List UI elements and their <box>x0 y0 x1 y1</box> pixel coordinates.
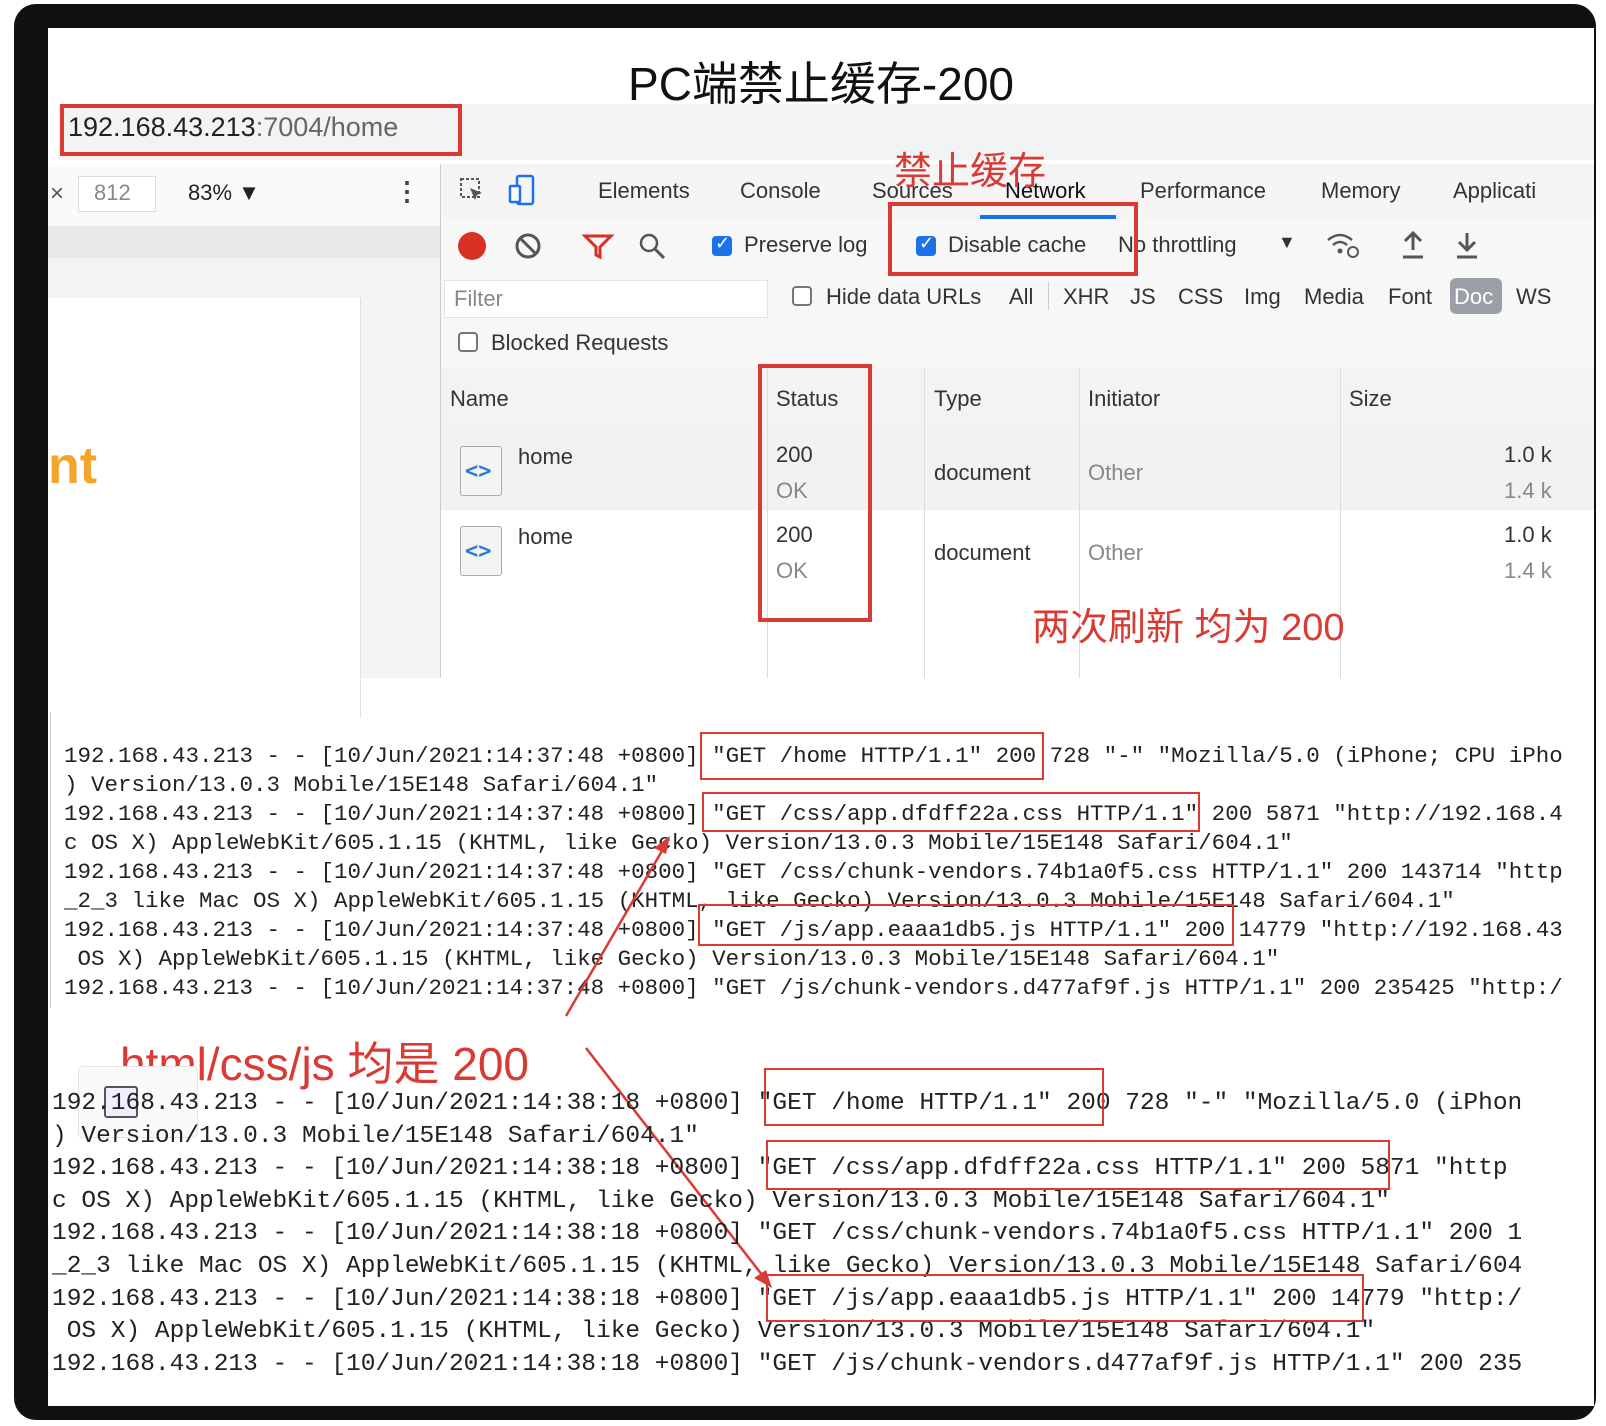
screenshot-content: PC端禁止缓存-200 192.168.43.213:7004/home × 8… <box>48 28 1594 1406</box>
log-highlight-box <box>766 1274 1364 1322</box>
server-log-second-refresh: 192.168.43.213 - - [10/Jun/2021:14:38:18… <box>52 1088 1522 1381</box>
log-line: c OS X) AppleWebKit/605.1.15 (KHTML, lik… <box>52 1187 1390 1215</box>
screenshot-frame: PC端禁止缓存-200 192.168.43.213:7004/home × 8… <box>14 4 1596 1420</box>
log-highlight-box <box>766 1140 1390 1190</box>
log-line: 192.168.43.213 - - [10/Jun/2021:14:38:18… <box>52 1350 1523 1378</box>
log-highlight-box <box>764 1068 1104 1126</box>
log-line: 192.168.43.213 - - [10/Jun/2021:14:38:18… <box>52 1220 1523 1248</box>
